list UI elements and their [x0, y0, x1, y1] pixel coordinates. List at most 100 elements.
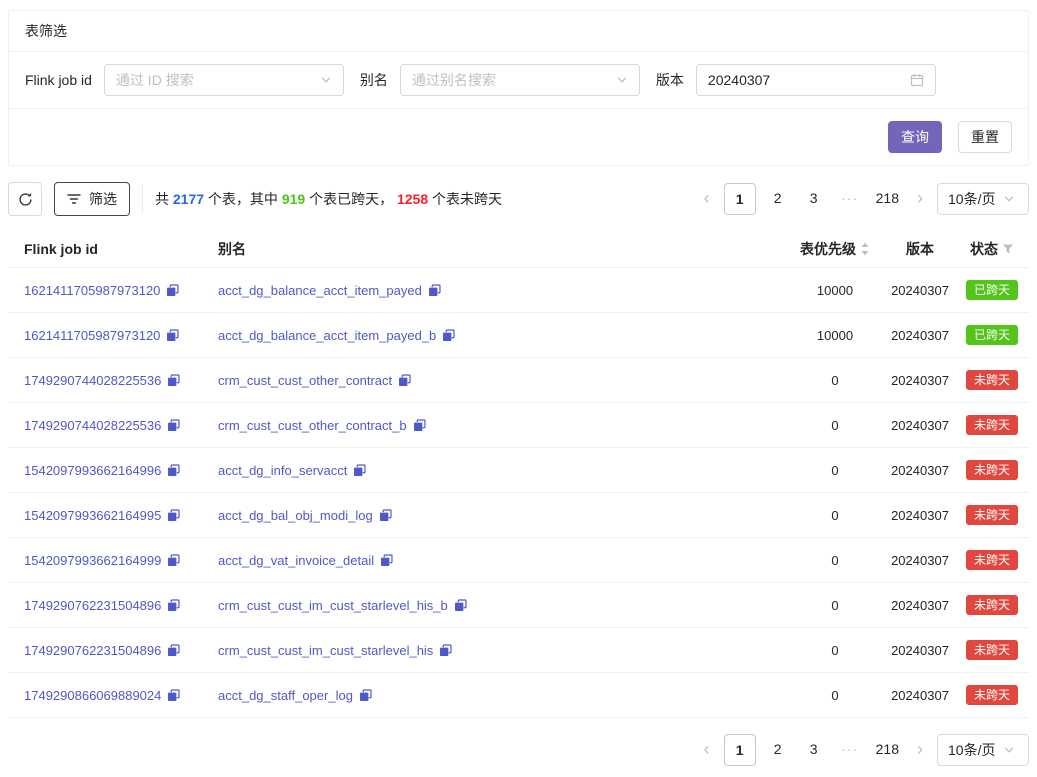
- copy-icon[interactable]: [166, 284, 179, 297]
- page-button-last[interactable]: 218: [872, 734, 903, 766]
- alias-link[interactable]: crm_cust_cust_other_contract_b: [218, 418, 407, 433]
- version-label: 版本: [656, 70, 684, 90]
- flink-job-id-link[interactable]: 1749290744028225536: [24, 373, 161, 388]
- flink-job-id-link[interactable]: 1749290762231504896: [24, 643, 161, 658]
- vertical-divider: [142, 184, 143, 214]
- alias-link[interactable]: acct_dg_bal_obj_modi_log: [218, 508, 373, 523]
- copy-icon[interactable]: [439, 644, 452, 657]
- status-badge: 已跨天: [966, 325, 1018, 345]
- page-button-2[interactable]: 2: [764, 183, 792, 215]
- page-button-2[interactable]: 2: [764, 734, 792, 766]
- copy-icon[interactable]: [380, 554, 393, 567]
- copy-icon[interactable]: [167, 419, 180, 432]
- id-cell: 1621411705987973120: [8, 283, 218, 298]
- flink-job-id-link[interactable]: 1749290866069889024: [24, 688, 161, 703]
- copy-icon[interactable]: [454, 599, 467, 612]
- summary-total-count: 2177: [173, 191, 204, 207]
- copy-icon[interactable]: [167, 644, 180, 657]
- copy-icon[interactable]: [398, 374, 411, 387]
- copy-icon[interactable]: [167, 554, 180, 567]
- page-button-3[interactable]: 3: [800, 183, 828, 215]
- page-size-select[interactable]: 10条/页: [937, 734, 1029, 766]
- page-button-1[interactable]: 1: [724, 734, 756, 766]
- version-value: 20240307: [885, 463, 955, 478]
- prev-page-button[interactable]: ‹: [698, 183, 716, 215]
- version-value: 20240307: [885, 373, 955, 388]
- status-cell: 未跨天: [955, 550, 1029, 570]
- column-header-id: Flink job id: [8, 241, 218, 257]
- copy-icon[interactable]: [167, 509, 180, 522]
- alias-link[interactable]: crm_cust_cust_other_contract: [218, 373, 392, 388]
- job-id-select[interactable]: 通过 ID 搜索: [104, 64, 344, 96]
- flink-job-id-link[interactable]: 1542097993662164995: [24, 508, 161, 523]
- alias-select[interactable]: 通过别名搜索: [400, 64, 640, 96]
- version-date-input[interactable]: 20240307: [696, 64, 936, 96]
- copy-icon[interactable]: [442, 329, 455, 342]
- copy-icon[interactable]: [167, 599, 180, 612]
- flink-job-id-link[interactable]: 1749290762231504896: [24, 598, 161, 613]
- alias-link[interactable]: acct_dg_balance_acct_item_payed: [218, 283, 422, 298]
- next-page-button[interactable]: ›: [911, 734, 929, 766]
- alias-field: 别名 通过别名搜索: [360, 64, 640, 96]
- flink-job-id-link[interactable]: 1542097993662164996: [24, 463, 161, 478]
- status-cell: 未跨天: [955, 685, 1029, 705]
- alias-link[interactable]: acct_dg_balance_acct_item_payed_b: [218, 328, 436, 343]
- alias-cell: acct_dg_staff_oper_log: [218, 688, 785, 703]
- copy-icon[interactable]: [428, 284, 441, 297]
- reset-button[interactable]: 重置: [958, 121, 1012, 153]
- refresh-button[interactable]: [8, 182, 42, 216]
- filter-funnel-icon[interactable]: [1002, 243, 1014, 255]
- prev-page-button[interactable]: ‹: [698, 734, 716, 766]
- job-id-placeholder: 通过 ID 搜索: [116, 70, 320, 90]
- filter-button[interactable]: 筛选: [54, 182, 130, 216]
- page-button-1[interactable]: 1: [724, 183, 756, 215]
- flink-job-id-link[interactable]: 1542097993662164999: [24, 553, 161, 568]
- table-row: 1621411705987973120 acct_dg_balance_acct…: [8, 268, 1029, 313]
- alias-link[interactable]: crm_cust_cust_im_cust_starlevel_his_b: [218, 598, 448, 613]
- priority-value: 10000: [785, 283, 885, 298]
- copy-icon[interactable]: [167, 689, 180, 702]
- copy-icon[interactable]: [379, 509, 392, 522]
- page-size-value: 10条/页: [948, 740, 995, 760]
- page-button-3[interactable]: 3: [800, 734, 828, 766]
- version-value: 20240307: [885, 328, 955, 343]
- alias-placeholder: 通过别名搜索: [412, 70, 616, 90]
- alias-link[interactable]: acct_dg_vat_invoice_detail: [218, 553, 374, 568]
- table-body: 1621411705987973120 acct_dg_balance_acct…: [8, 268, 1029, 718]
- copy-icon[interactable]: [413, 419, 426, 432]
- summary-text: 共 2177 个表，其中 919 个表已跨天， 1258 个表未跨天: [155, 189, 502, 209]
- column-header-status[interactable]: 状态: [955, 239, 1029, 259]
- alias-link[interactable]: acct_dg_staff_oper_log: [218, 688, 353, 703]
- page-size-select[interactable]: 10条/页: [937, 183, 1029, 215]
- chevron-down-icon: [320, 74, 332, 86]
- flink-job-id-link[interactable]: 1749290744028225536: [24, 418, 161, 433]
- sort-icon[interactable]: [860, 241, 870, 257]
- status-cell: 未跨天: [955, 415, 1029, 435]
- summary-uncrossed-count: 1258: [397, 191, 428, 207]
- id-cell: 1542097993662164996: [8, 463, 218, 478]
- chevron-down-icon: [1003, 744, 1015, 756]
- filter-card: 表筛选 Flink job id 通过 ID 搜索 别名 通过别名搜索 版本: [8, 10, 1029, 166]
- column-header-priority[interactable]: 表优先级: [785, 239, 885, 259]
- summary-t1: 共: [155, 191, 173, 207]
- flink-job-id-link[interactable]: 1621411705987973120: [24, 328, 160, 343]
- flink-job-id-link[interactable]: 1621411705987973120: [24, 283, 160, 298]
- copy-icon[interactable]: [353, 464, 366, 477]
- alias-link[interactable]: crm_cust_cust_im_cust_starlevel_his: [218, 643, 433, 658]
- copy-icon[interactable]: [167, 464, 180, 477]
- page-ellipsis: ···: [836, 183, 864, 215]
- alias-link[interactable]: acct_dg_info_servacct: [218, 463, 347, 478]
- table-toolbar: 筛选 共 2177 个表，其中 919 个表已跨天， 1258 个表未跨天 ‹ …: [8, 182, 1029, 216]
- status-badge: 未跨天: [966, 505, 1018, 525]
- id-cell: 1749290744028225536: [8, 418, 218, 433]
- priority-value: 0: [785, 553, 885, 568]
- alias-cell: crm_cust_cust_im_cust_starlevel_his_b: [218, 598, 785, 613]
- priority-header-label: 表优先级: [800, 239, 856, 259]
- status-badge: 未跨天: [966, 550, 1018, 570]
- copy-icon[interactable]: [167, 374, 180, 387]
- next-page-button[interactable]: ›: [911, 183, 929, 215]
- query-button[interactable]: 查询: [888, 121, 942, 153]
- page-button-last[interactable]: 218: [872, 183, 903, 215]
- copy-icon[interactable]: [359, 689, 372, 702]
- copy-icon[interactable]: [166, 329, 179, 342]
